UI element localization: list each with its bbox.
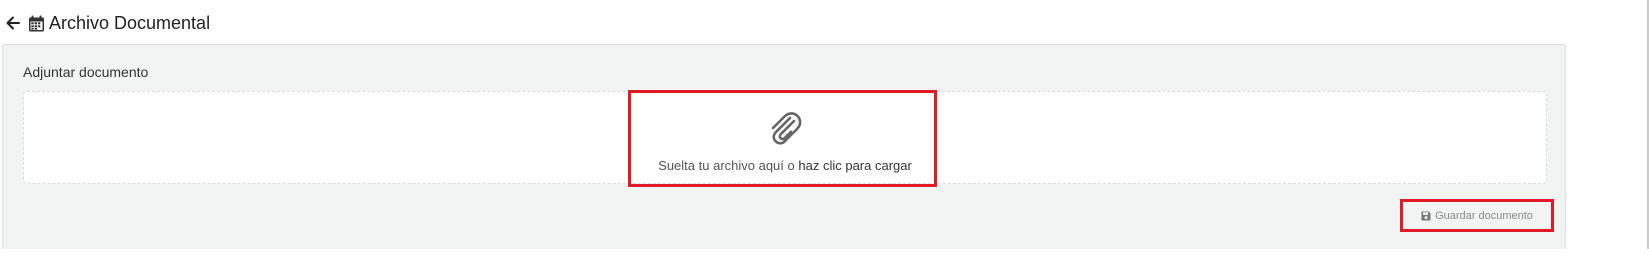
paperclip-icon <box>764 108 806 150</box>
save-button-label: Guardar documento <box>1435 209 1533 222</box>
page-header: Archivo Documental <box>6 10 210 36</box>
arrow-left-icon[interactable] <box>6 16 20 30</box>
save-button-highlight: Guardar documento <box>1400 199 1554 232</box>
file-dropzone[interactable]: Suelta tu archivo aquí o haz clic para c… <box>23 90 1547 187</box>
dropzone-hint: Suelta tu archivo aquí o <box>658 158 795 173</box>
save-document-button[interactable]: Guardar documento <box>1406 205 1548 226</box>
dropzone-text: Suelta tu archivo aquí o haz clic para c… <box>24 158 1546 173</box>
upload-panel: Adjuntar documento Suelta tu archivo aqu… <box>2 44 1566 249</box>
upload-label: Adjuntar documento <box>23 64 149 80</box>
dropzone-upload-link[interactable]: haz clic para cargar <box>798 158 911 173</box>
floppy-disk-icon <box>1421 211 1431 221</box>
calendar-icon <box>28 15 45 32</box>
page-title: Archivo Documental <box>49 13 211 33</box>
